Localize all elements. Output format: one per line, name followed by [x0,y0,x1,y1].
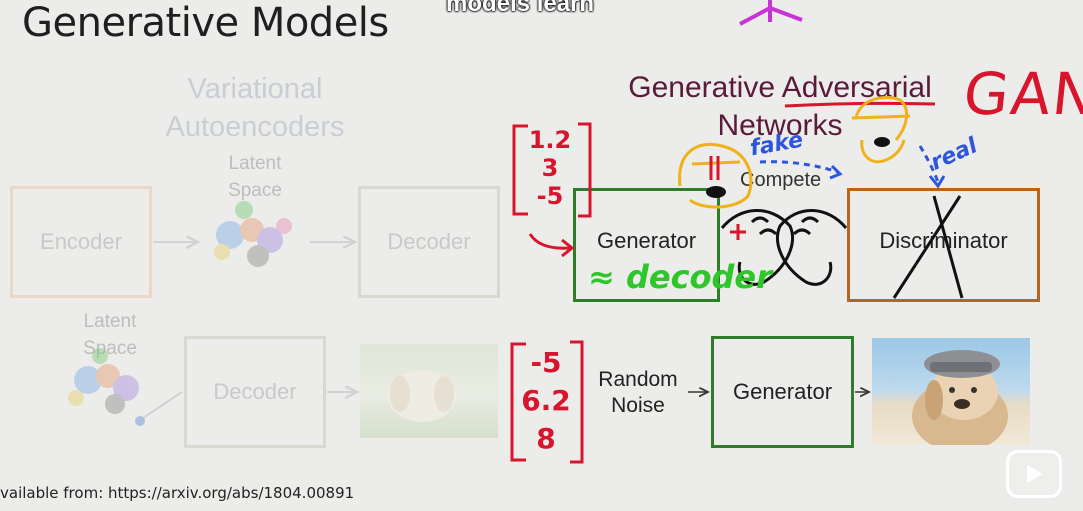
play-icon-glyph [1027,465,1043,483]
vector-1-value: -5 [536,182,564,210]
vector-2-value: 6.2 [521,384,571,417]
vector-2-values: -5 6.2 8 [518,344,574,458]
discriminator-cross-mark [892,195,964,299]
citation-text: vailable from: https://arxiv.org/abs/180… [0,484,355,502]
latent-point [135,416,145,426]
approx-decoder-annotation: ≈ decoder [588,258,772,296]
purple-star-doodle [739,0,803,26]
generator-character-face [706,186,726,198]
vector-2-value: 8 [536,422,556,455]
arrow-latent2-to-decoder [139,391,183,421]
vector-1-values: 1.2 3 -5 [522,126,578,210]
vector-1-value: 3 [541,154,559,182]
discriminator-character-doodle [851,95,911,164]
vector-2-value: -5 [530,346,562,379]
discriminator-character-face [874,137,890,147]
adversarial-underline [784,101,936,108]
fake-arrow [759,160,839,174]
gan-annotation: GAN [960,60,1083,128]
play-icon[interactable] [1006,450,1062,498]
tally-marks [709,156,720,180]
latent-scatter-1 [214,201,292,267]
red-cross-mark [730,224,746,240]
vector-1-value: 1.2 [528,126,572,154]
latent-scatter-2 [68,348,139,414]
